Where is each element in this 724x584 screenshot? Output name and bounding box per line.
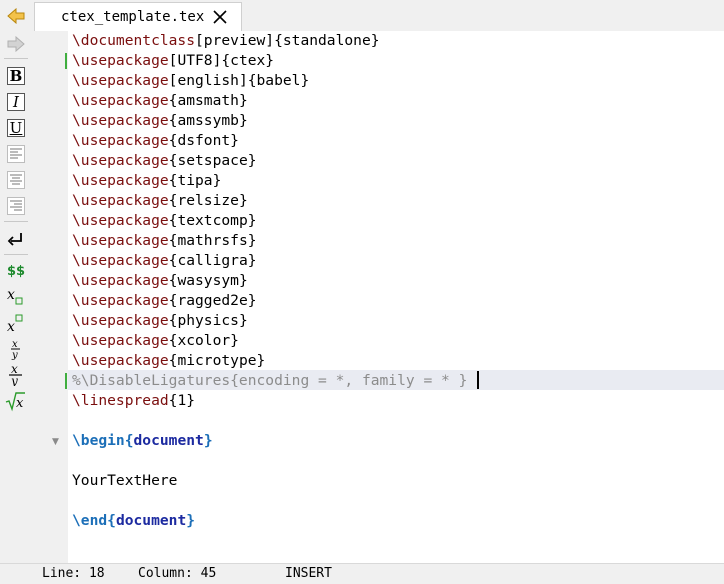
begin-document-line: \begin{document} xyxy=(72,432,213,449)
code-line: \usepackage{physics} xyxy=(72,312,248,329)
format-toolbar: B I U $$ x x x y x y x xyxy=(0,31,32,563)
subscript-button[interactable]: x xyxy=(4,286,28,308)
column-indicator: Column: 45 xyxy=(138,566,217,581)
code-line: \documentclass[preview]{standalone} xyxy=(72,32,380,49)
bold-button[interactable]: B xyxy=(4,65,28,87)
code-line: \usepackage{amsmath} xyxy=(72,92,248,109)
fraction-icon: x y xyxy=(11,339,20,360)
svg-text:x: x xyxy=(7,319,15,334)
square-root-icon: x xyxy=(5,392,25,412)
align-center-icon xyxy=(7,171,25,189)
bold-icon: B xyxy=(7,67,25,85)
svg-text:x: x xyxy=(12,339,18,350)
toolbar-divider xyxy=(4,254,28,255)
superscript-button[interactable]: x xyxy=(4,312,28,334)
display-fraction-icon: x y xyxy=(9,364,22,386)
tab-label: ctex_template.tex xyxy=(61,9,205,25)
align-left-icon xyxy=(7,145,25,163)
align-right-button[interactable] xyxy=(4,195,28,217)
square-root-button[interactable]: x xyxy=(4,390,28,412)
line-indicator: Line: 18 xyxy=(42,566,105,581)
italic-icon: I xyxy=(7,93,25,111)
svg-text:y: y xyxy=(11,350,18,360)
code-line: \linespread{1} xyxy=(72,392,196,409)
code-line: \usepackage{ragged2e} xyxy=(72,292,257,309)
code-line: \usepackage{tipa} xyxy=(72,172,222,189)
code-line: \usepackage{setspace} xyxy=(72,152,257,169)
code-line: \usepackage{xcolor} xyxy=(72,332,239,349)
code-line: \usepackage[UTF8]{ctex} xyxy=(72,52,275,69)
text-caret xyxy=(477,371,479,389)
svg-text:y: y xyxy=(10,374,18,386)
tab-bar: ctex_template.tex xyxy=(0,0,724,32)
code-line: \usepackage{wasysym} xyxy=(72,272,248,289)
mode-indicator: INSERT xyxy=(285,566,332,581)
code-line: \usepackage{calligra} xyxy=(72,252,257,269)
editor-gutter: ▼ xyxy=(32,31,68,563)
code-line: \usepackage{microtype} xyxy=(72,352,266,369)
italic-button[interactable]: I xyxy=(4,91,28,113)
return-arrow-icon xyxy=(7,233,22,246)
body-text-line: YourTextHere xyxy=(72,472,178,489)
display-math-button[interactable]: $$ xyxy=(4,260,28,282)
code-editor[interactable]: \documentclass[preview]{standalone} \use… xyxy=(68,31,724,563)
code-line: \usepackage{textcomp} xyxy=(72,212,257,229)
align-right-icon xyxy=(7,197,25,215)
newline-button[interactable] xyxy=(4,228,28,250)
align-center-button[interactable] xyxy=(4,169,28,191)
code-line: \usepackage[english]{babel} xyxy=(72,72,310,89)
dollar-icon: $$ xyxy=(6,263,26,279)
code-line: \usepackage{amssymb} xyxy=(72,112,248,129)
change-marker xyxy=(65,373,67,389)
subscript-icon: x xyxy=(7,287,23,305)
align-left-button[interactable] xyxy=(4,143,28,165)
display-fraction-button[interactable]: x y xyxy=(4,364,28,386)
superscript-icon: x xyxy=(7,314,23,334)
svg-text:x: x xyxy=(16,396,24,411)
svg-text:x: x xyxy=(7,287,15,303)
underline-icon: U xyxy=(7,119,25,137)
fold-arrow-icon[interactable]: ▼ xyxy=(52,437,59,447)
toolbar-divider xyxy=(4,58,28,59)
code-line: \usepackage{mathrsfs} xyxy=(72,232,257,249)
tab-ctex-template[interactable]: ctex_template.tex xyxy=(34,2,242,31)
forward-arrow-icon[interactable] xyxy=(4,33,28,55)
underline-button[interactable]: U xyxy=(4,117,28,139)
change-marker xyxy=(65,53,67,69)
code-line: \usepackage{dsfont} xyxy=(72,132,239,149)
back-arrow-icon[interactable] xyxy=(0,0,32,31)
comment-line: %\DisableLigatures{encoding = *, family … xyxy=(72,372,468,389)
status-bar: Line: 18 Column: 45 INSERT xyxy=(0,563,724,584)
close-icon[interactable] xyxy=(211,8,229,26)
end-document-line: \end{document} xyxy=(72,512,196,529)
code-line: \usepackage{relsize} xyxy=(72,192,248,209)
fraction-button[interactable]: x y xyxy=(4,338,28,360)
toolbar-divider xyxy=(4,221,28,222)
